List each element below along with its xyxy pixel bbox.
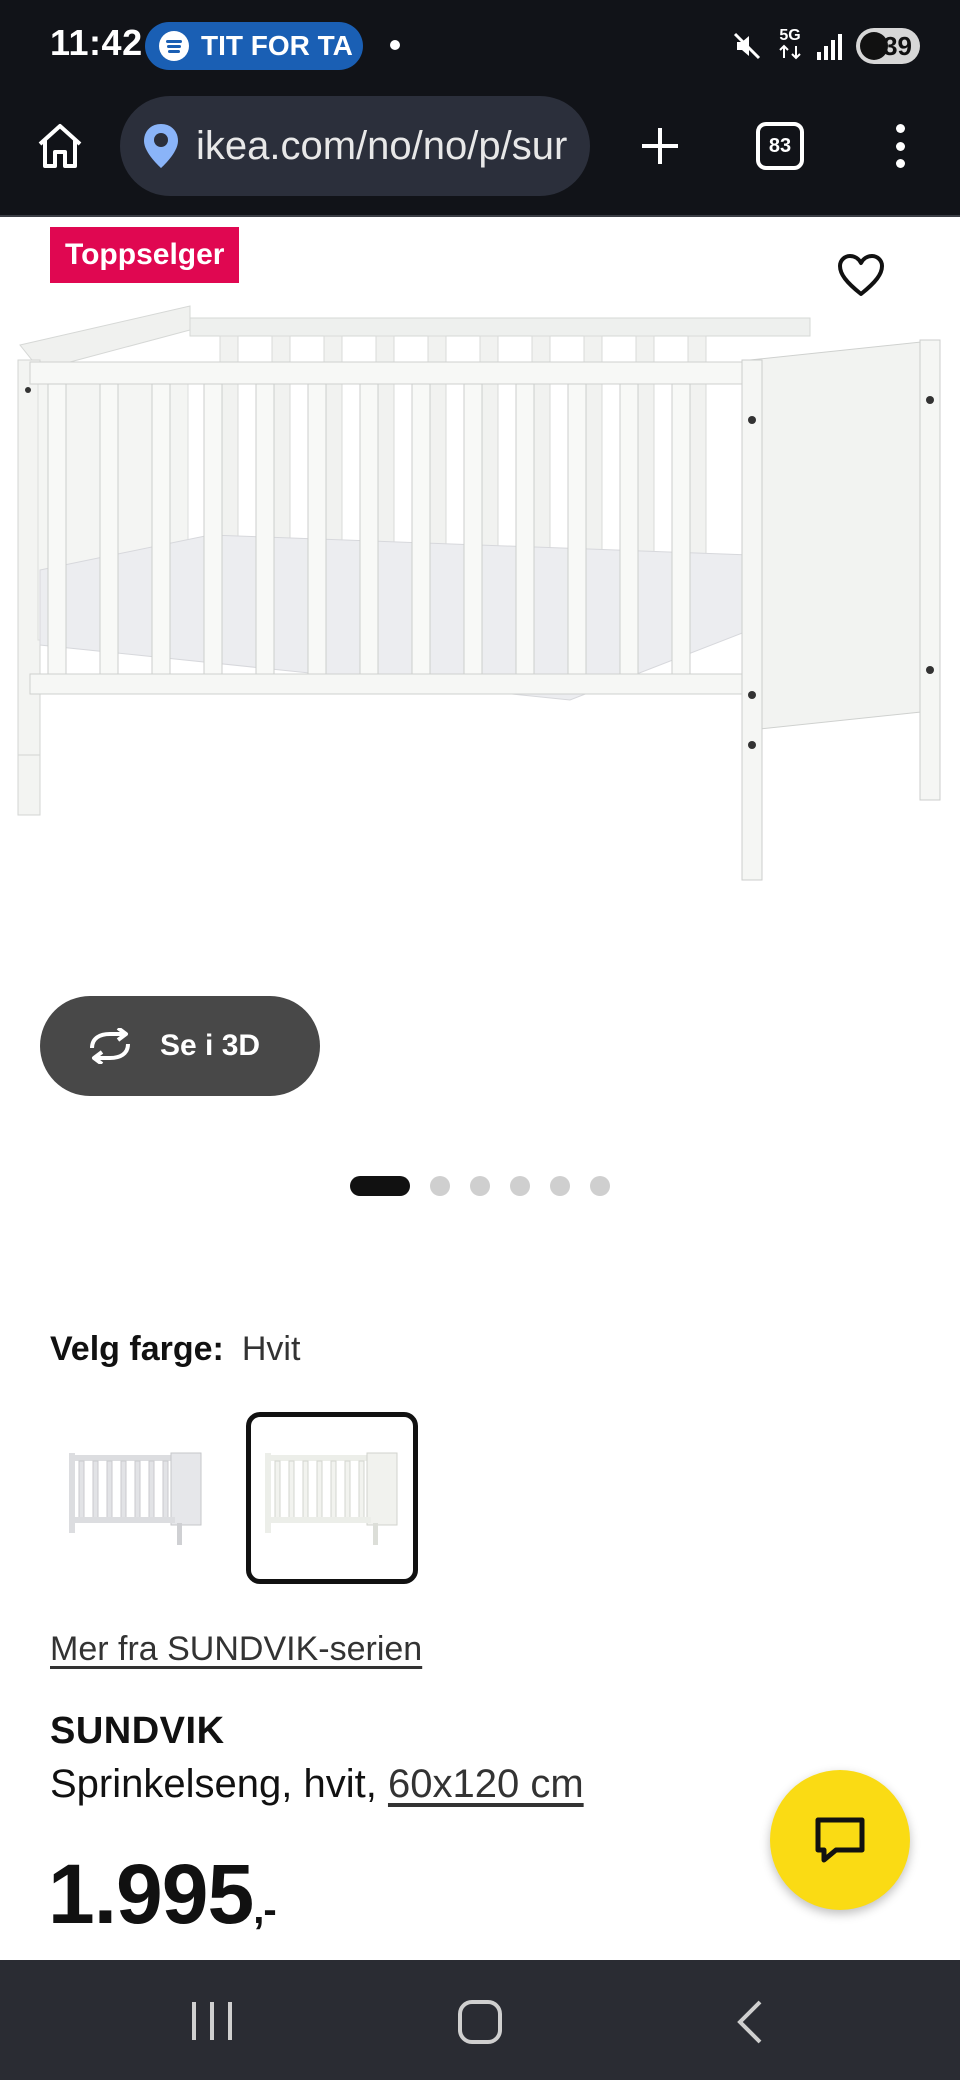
gallery-dot-active[interactable] bbox=[350, 1176, 410, 1196]
notification-dot-icon bbox=[390, 40, 400, 50]
media-title: TIT FOR TA bbox=[201, 30, 353, 61]
url-text: ikea.com/no/no/p/sur bbox=[196, 123, 568, 168]
data-arrows-icon bbox=[779, 44, 801, 59]
new-tab-plus-icon[interactable] bbox=[632, 118, 688, 174]
status-bar: 11:42 TIT FOR TA 5G 39 bbox=[0, 0, 960, 90]
browser-toolbar: ikea.com/no/no/p/sur 83 bbox=[0, 90, 960, 217]
price-value: 1.995 bbox=[48, 1847, 254, 1941]
back-chevron-icon[interactable] bbox=[730, 1998, 770, 2046]
product-description: Sprinkelseng, hvit, 60x120 cm bbox=[50, 1762, 584, 1807]
spotify-icon bbox=[159, 31, 189, 61]
chat-button[interactable] bbox=[770, 1770, 910, 1910]
recent-apps-icon[interactable] bbox=[192, 2002, 232, 2040]
battery-indicator: 39 bbox=[856, 28, 920, 64]
view-in-3d-button[interactable]: Se i 3D bbox=[40, 996, 320, 1096]
gallery-pagination bbox=[350, 1175, 610, 1197]
gallery-dot[interactable] bbox=[550, 1176, 570, 1196]
gallery-dot[interactable] bbox=[510, 1176, 530, 1196]
favorite-heart-icon[interactable] bbox=[836, 252, 886, 298]
view-in-3d-label: Se i 3D bbox=[160, 1029, 261, 1062]
gallery-dot[interactable] bbox=[430, 1176, 450, 1196]
home-circle-icon[interactable] bbox=[458, 2000, 502, 2044]
color-value: Hvit bbox=[241, 1330, 301, 1368]
color-label: Velg farge: bbox=[50, 1330, 224, 1368]
product-description-text: Sprinkelseng, hvit, bbox=[50, 1762, 377, 1806]
signal-icon bbox=[817, 32, 842, 60]
gallery-dot[interactable] bbox=[590, 1176, 610, 1196]
media-playback-chip[interactable]: TIT FOR TA bbox=[145, 22, 363, 70]
color-selector-label: Velg farge: Hvit bbox=[50, 1330, 300, 1369]
network-indicator: 5G bbox=[777, 26, 803, 65]
product-image[interactable] bbox=[10, 300, 950, 1020]
swatch-crib-thumbnail bbox=[69, 1452, 202, 1545]
product-price: 1.995,- bbox=[48, 1846, 277, 1943]
status-icons: 5G 39 bbox=[731, 22, 920, 70]
swatch-crib-thumbnail bbox=[265, 1452, 398, 1545]
product-name: SUNDVIK bbox=[50, 1710, 225, 1752]
bestseller-badge: Toppselger bbox=[50, 227, 240, 283]
chat-bubble-icon bbox=[815, 1817, 865, 1863]
status-time: 11:42 bbox=[50, 22, 143, 63]
tab-count: 83 bbox=[768, 134, 792, 157]
system-navigation-bar bbox=[0, 1960, 960, 2080]
power-saving-icon bbox=[860, 32, 888, 60]
rotate-3d-icon bbox=[90, 1028, 130, 1064]
gallery-dot[interactable] bbox=[470, 1176, 490, 1196]
network-label: 5G bbox=[779, 26, 801, 44]
size-link[interactable]: 60x120 cm bbox=[388, 1762, 584, 1806]
series-link[interactable]: Mer fra SUNDVIK-serien bbox=[50, 1630, 422, 1669]
home-icon[interactable] bbox=[32, 118, 88, 174]
location-pin-icon bbox=[144, 124, 178, 168]
price-suffix: ,- bbox=[253, 1888, 276, 1932]
mute-icon bbox=[733, 32, 761, 60]
tab-switcher-button[interactable]: 83 bbox=[756, 122, 804, 170]
color-option-grey[interactable] bbox=[50, 1412, 222, 1584]
color-option-white-selected[interactable] bbox=[246, 1412, 418, 1584]
address-bar[interactable]: ikea.com/no/no/p/sur bbox=[120, 96, 590, 196]
overflow-menu-icon[interactable] bbox=[880, 120, 920, 172]
